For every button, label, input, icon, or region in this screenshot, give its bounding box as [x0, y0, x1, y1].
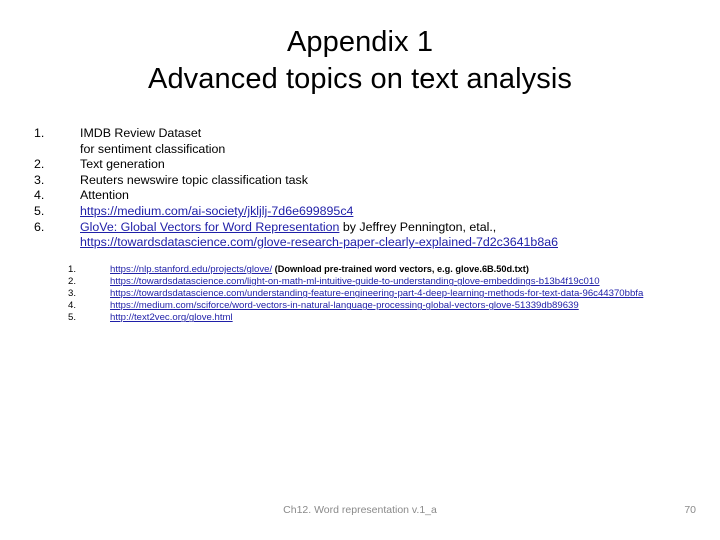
- list-item-number: 3.: [34, 172, 45, 187]
- sciforce-word-vectors-link[interactable]: https://medium.com/sciforce/word-vectors…: [110, 300, 579, 311]
- title-line-2: Advanced topics on text analysis: [148, 63, 572, 96]
- list-item: 6. GloVe: Global Vectors for Word Repres…: [34, 220, 694, 251]
- sub-item-body: https://nlp.stanford.edu/projects/glove/…: [110, 264, 688, 276]
- page-number: 70: [684, 504, 696, 516]
- list-item: 3. Reuters newswire topic classification…: [34, 173, 694, 189]
- list-item-body: https://medium.com/ai-society/jkljlj-7d6…: [80, 204, 694, 220]
- list-item-number: 4.: [34, 188, 45, 203]
- feature-engineering-part4-link[interactable]: https://towardsdatascience.com/understan…: [110, 288, 643, 299]
- list-item: 4. https://medium.com/sciforce/word-vect…: [68, 300, 688, 312]
- list-item: 2. https://towardsdatascience.com/light-…: [68, 276, 688, 288]
- list-item-number: 5.: [34, 203, 45, 218]
- list-item-number: 2.: [34, 157, 45, 172]
- text2vec-glove-link[interactable]: http://text2vec.org/glove.html: [110, 312, 233, 323]
- sub-item-number: 3.: [68, 288, 77, 300]
- list-item-text: Attention: [80, 188, 129, 203]
- page-title: Appendix 1 Advanced topics on text analy…: [0, 24, 720, 98]
- slide-canvas: Appendix 1 Advanced topics on text analy…: [0, 0, 720, 540]
- sub-item-body: https://medium.com/sciforce/word-vectors…: [110, 300, 688, 312]
- medium-ai-society-link[interactable]: https://medium.com/ai-society/jkljlj-7d6…: [80, 204, 353, 218]
- glove-paper-title-link[interactable]: GloVe: Global Vectors for Word Represent…: [80, 220, 339, 234]
- footer-title: Ch12. Word representation v.1_a: [283, 504, 437, 516]
- list-item-subtext: for sentiment classification: [80, 141, 226, 156]
- list-item-text: IMDB Review Dataset: [80, 126, 202, 140]
- list-item: 5. http://text2vec.org/glove.html: [68, 312, 688, 324]
- list-item: 4. Attention: [34, 188, 694, 204]
- glove-research-paper-link[interactable]: https://towardsdatascience.com/glove-res…: [80, 235, 694, 251]
- glove-paper-authors: by Jeffrey Pennington, etal.,: [339, 219, 497, 234]
- list-item-body: GloVe: Global Vectors for Word Represent…: [80, 220, 694, 251]
- list-item-text: Text generation: [80, 157, 165, 172]
- list-item: 2. Text generation: [34, 157, 694, 173]
- sub-item-number: 1.: [68, 264, 77, 275]
- list-item-number: 1.: [34, 126, 45, 140]
- list-item: 1. https://nlp.stanford.edu/projects/glo…: [68, 264, 688, 276]
- sub-item-number: 4.: [68, 300, 77, 312]
- sub-item-body: http://text2vec.org/glove.html: [110, 312, 688, 324]
- sub-outline-list: 1. https://nlp.stanford.edu/projects/glo…: [68, 264, 688, 324]
- list-item-number: 6.: [34, 219, 45, 234]
- outline-list: 1. IMDB Review Dataset for sentiment cla…: [34, 126, 694, 251]
- glove-embeddings-guide-link[interactable]: https://towardsdatascience.com/light-on-…: [110, 276, 600, 287]
- nlp-stanford-glove-link[interactable]: https://nlp.stanford.edu/projects/glove/: [110, 264, 272, 275]
- slide-footer: Ch12. Word representation v.1_a 70: [0, 504, 720, 520]
- sub-item-number: 5.: [68, 312, 77, 324]
- sub-item-body: https://towardsdatascience.com/understan…: [110, 288, 688, 300]
- list-item-body: IMDB Review Dataset for sentiment classi…: [80, 126, 694, 157]
- title-line-1: Appendix 1: [286, 26, 434, 58]
- sub-item-number: 2.: [68, 276, 77, 288]
- sub-item-body: https://towardsdatascience.com/light-on-…: [110, 276, 688, 288]
- list-item: 5. https://medium.com/ai-society/jkljlj-…: [34, 204, 694, 220]
- download-note: (Download pre-trained word vectors, e.g.…: [272, 264, 529, 274]
- list-item: 3. https://towardsdatascience.com/unders…: [68, 288, 688, 300]
- list-item: 1. IMDB Review Dataset for sentiment cla…: [34, 126, 694, 157]
- list-item-text: Reuters newswire topic classification ta…: [80, 172, 308, 187]
